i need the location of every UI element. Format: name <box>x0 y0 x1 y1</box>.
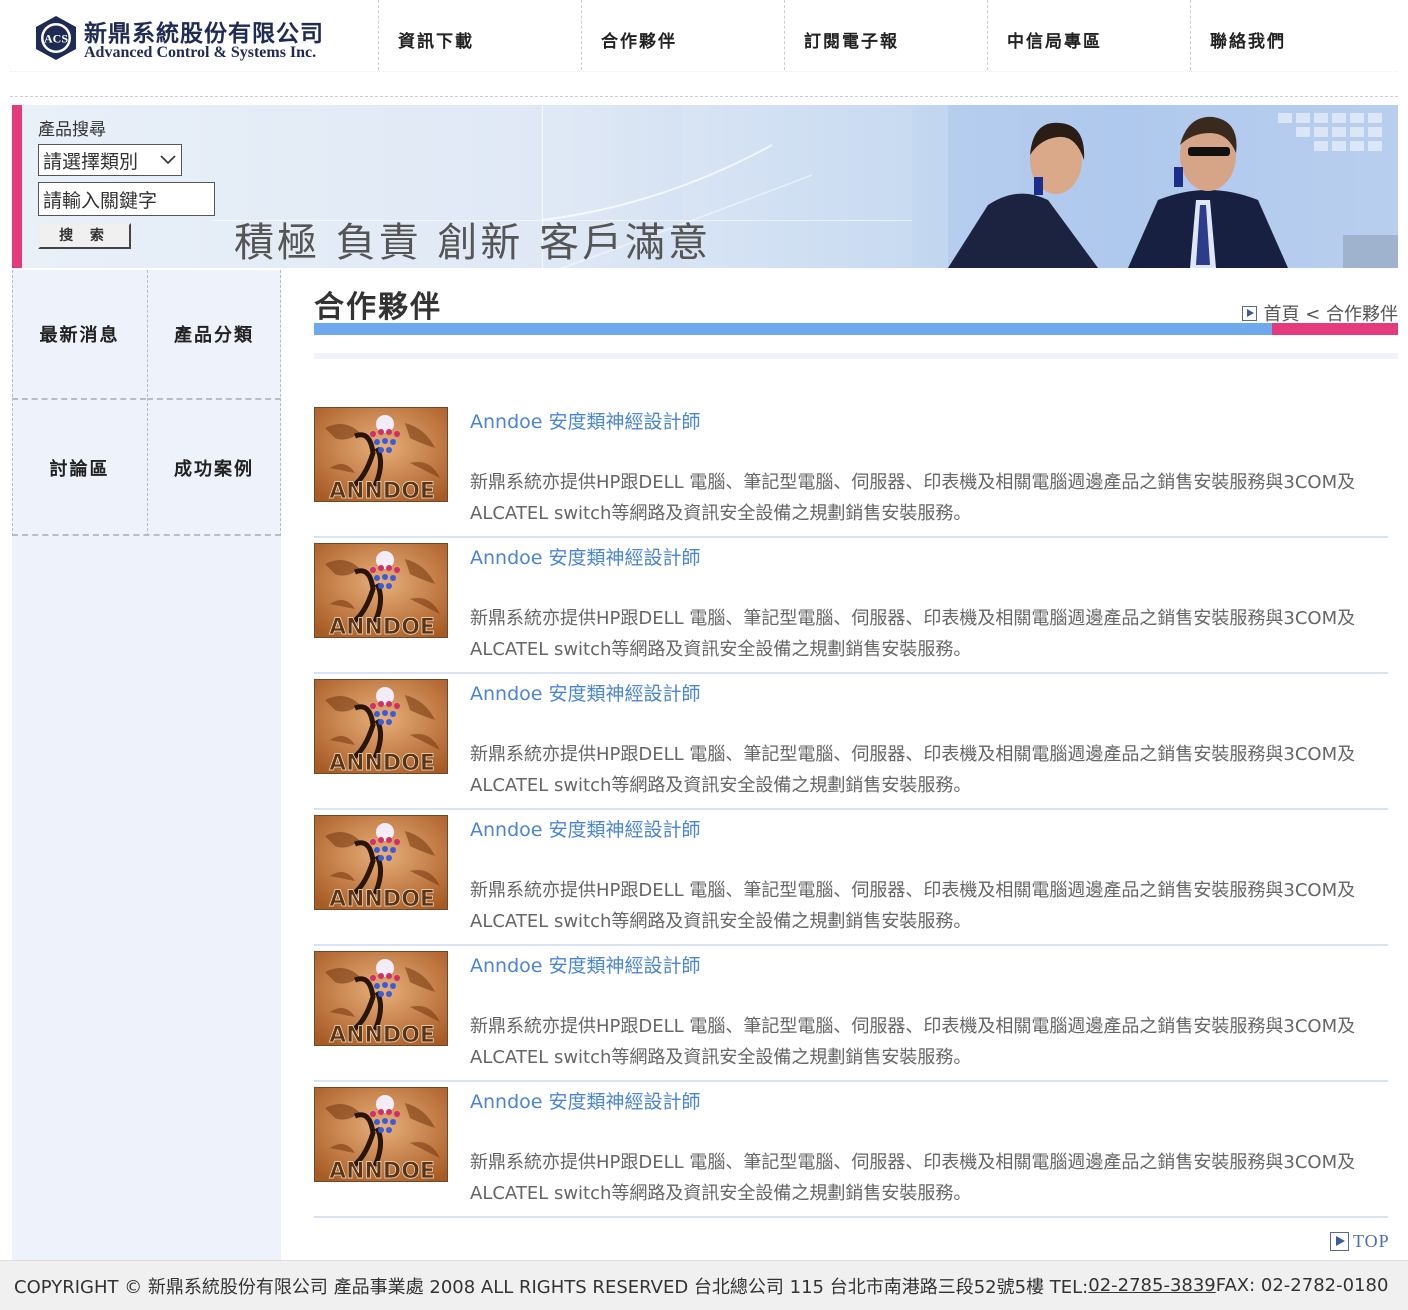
partner-title-link[interactable]: Anndoe 安度類神經設計師 <box>470 815 701 842</box>
nav-item-contact[interactable]: 聯絡我們 <box>1190 0 1393 70</box>
header-divider-light <box>10 71 1398 72</box>
partner-description: 新鼎系統亦提供HP跟DELL 電腦、筆記型電腦、伺服器、印表機及相關電腦週邊產品… <box>470 880 1356 932</box>
top-nav: 資訊下載 合作夥伴 訂閱電子報 中信局專區 聯絡我們 <box>378 0 1408 70</box>
partner-thumbnail[interactable]: ANNDOE <box>314 407 448 502</box>
category-select[interactable]: 請選擇類別 <box>38 144 182 176</box>
nav-item-downloads[interactable]: 資訊下載 <box>378 0 581 70</box>
sidebar-item-forum[interactable]: 討論區 <box>12 398 146 536</box>
anndoe-logo-image: ANNDOE <box>315 952 447 1046</box>
back-to-top-link[interactable]: TOP <box>1330 1231 1390 1252</box>
sidebar-item-news[interactable]: 最新消息 <box>12 270 146 397</box>
business-people-image <box>948 105 1398 268</box>
anndoe-logo-image: ANNDOE <box>315 544 447 638</box>
title-subbar <box>314 353 1398 359</box>
anndoe-thumb-text: ANNDOE <box>329 887 435 910</box>
anndoe-logo-image: ANNDOE <box>315 408 447 502</box>
title-bar-accent <box>1272 323 1398 335</box>
partner-thumbnail[interactable]: ANNDOE <box>314 1087 448 1182</box>
partner-title-link[interactable]: Anndoe 安度類神經設計師 <box>470 951 701 978</box>
header-divider <box>10 96 1398 97</box>
partner-description: 新鼎系統亦提供HP跟DELL 電腦、筆記型電腦、伺服器、印表機及相關電腦週邊產品… <box>470 608 1356 660</box>
partner-thumbnail[interactable]: ANNDOE <box>314 951 448 1046</box>
partner-title-link[interactable]: Anndoe 安度類神經設計師 <box>470 1087 701 1114</box>
header: ACS 新鼎系統股份有限公司 Advanced Control & System… <box>0 0 1408 72</box>
partner-title-link[interactable]: Anndoe 安度類神經設計師 <box>470 543 701 570</box>
sidebar-menu: 最新消息 產品分類 討論區 成功案例 <box>12 270 281 536</box>
banner: 產品搜尋 請選擇類別 請輸入關鍵字 搜 索 積極 負責 創新 客戶滿意 <box>12 105 1398 268</box>
partner-title-link[interactable]: Anndoe 安度類神經設計師 <box>470 407 701 434</box>
anndoe-logo-image: ANNDOE <box>315 816 447 910</box>
partner-list-item: ANNDOE Anndoe 安度類神經設計師新鼎系統亦提供HP跟DELL 電腦、筆… <box>314 679 1388 810</box>
company-name-cn: 新鼎系統股份有限公司 <box>84 20 324 47</box>
title-underline-bar <box>314 323 1398 335</box>
product-search-label: 產品搜尋 <box>38 120 106 140</box>
play-arrow-icon <box>1242 305 1258 321</box>
partner-description: 新鼎系統亦提供HP跟DELL 電腦、筆記型電腦、伺服器、印表機及相關電腦週邊產品… <box>470 1016 1356 1068</box>
nav-item-cib-zone[interactable]: 中信局專區 <box>987 0 1190 70</box>
partner-list-item: ANNDOE Anndoe 安度類神經設計師新鼎系統亦提供HP跟DELL 電腦、筆… <box>314 815 1388 946</box>
partner-list-item: ANNDOE Anndoe 安度類神經設計師新鼎系統亦提供HP跟DELL 電腦、筆… <box>314 951 1388 1082</box>
footer-copyright: COPYRIGHT © 新鼎系統股份有限公司 產品事業處 2008 ALL RI… <box>14 1276 1089 1298</box>
partner-list-item: ANNDOE Anndoe 安度類神經設計師新鼎系統亦提供HP跟DELL 電腦、筆… <box>314 407 1388 538</box>
partner-thumbnail[interactable]: ANNDOE <box>314 679 448 774</box>
company-name-en: Advanced Control & Systems Inc. <box>84 44 317 61</box>
play-arrow-icon <box>1330 1232 1349 1251</box>
sidebar-item-product-categories[interactable]: 產品分類 <box>147 270 281 397</box>
anndoe-logo-image: ANNDOE <box>315 680 447 774</box>
footer: COPYRIGHT © 新鼎系統股份有限公司 產品事業處 2008 ALL RI… <box>0 1260 1408 1310</box>
search-button[interactable]: 搜 索 <box>38 223 131 249</box>
partner-description: 新鼎系統亦提供HP跟DELL 電腦、筆記型電腦、伺服器、印表機及相關電腦週邊產品… <box>470 1152 1356 1204</box>
partner-description: 新鼎系統亦提供HP跟DELL 電腦、筆記型電腦、伺服器、印表機及相關電腦週邊產品… <box>470 744 1356 796</box>
page-title: 合作夥伴 <box>314 290 442 325</box>
partner-title-link[interactable]: Anndoe 安度類神經設計師 <box>470 679 701 706</box>
anndoe-thumb-text: ANNDOE <box>329 751 435 774</box>
chevron-down-icon <box>160 155 176 165</box>
nav-item-newsletter[interactable]: 訂閱電子報 <box>784 0 987 70</box>
product-search-form: 產品搜尋 請選擇類別 請輸入關鍵字 搜 索 <box>38 115 228 249</box>
partner-list-item: ANNDOE Anndoe 安度類神經設計師新鼎系統亦提供HP跟DELL 電腦、筆… <box>314 1087 1388 1218</box>
anndoe-thumb-text: ANNDOE <box>329 1023 435 1046</box>
banner-accent-bar <box>12 105 22 268</box>
anndoe-logo-image: ANNDOE <box>315 1088 447 1182</box>
banner-slogan: 積極 負責 創新 客戶滿意 <box>234 220 712 266</box>
sidebar: 最新消息 產品分類 討論區 成功案例 <box>12 270 281 1260</box>
category-select-value: 請選擇類別 <box>43 150 139 173</box>
emblem-text: ACS <box>44 32 68 46</box>
anndoe-thumb-text: ANNDOE <box>329 615 435 638</box>
nav-item-partners[interactable]: 合作夥伴 <box>581 0 784 70</box>
footer-fax: FAX: 02-2782-0180 <box>1215 1275 1389 1296</box>
partner-description: 新鼎系統亦提供HP跟DELL 電腦、筆記型電腦、伺服器、印表機及相關電腦週邊產品… <box>470 472 1356 524</box>
back-to-top-label: TOP <box>1353 1231 1390 1251</box>
partner-list-item: ANNDOE Anndoe 安度類神經設計師新鼎系統亦提供HP跟DELL 電腦、筆… <box>314 543 1388 674</box>
partner-thumbnail[interactable]: ANNDOE <box>314 543 448 638</box>
anndoe-thumb-text: ANNDOE <box>329 1159 435 1182</box>
anndoe-thumb-text: ANNDOE <box>329 479 435 502</box>
company-logo[interactable]: ACS 新鼎系統股份有限公司 Advanced Control & System… <box>32 12 332 66</box>
keyword-input[interactable]: 請輸入關鍵字 <box>38 182 215 216</box>
sidebar-item-success-cases[interactable]: 成功案例 <box>147 398 281 536</box>
partner-thumbnail[interactable]: ANNDOE <box>314 815 448 910</box>
acs-emblem-icon: ACS <box>36 16 76 60</box>
footer-tel-link[interactable]: 02-2785-3839 <box>1088 1275 1216 1296</box>
